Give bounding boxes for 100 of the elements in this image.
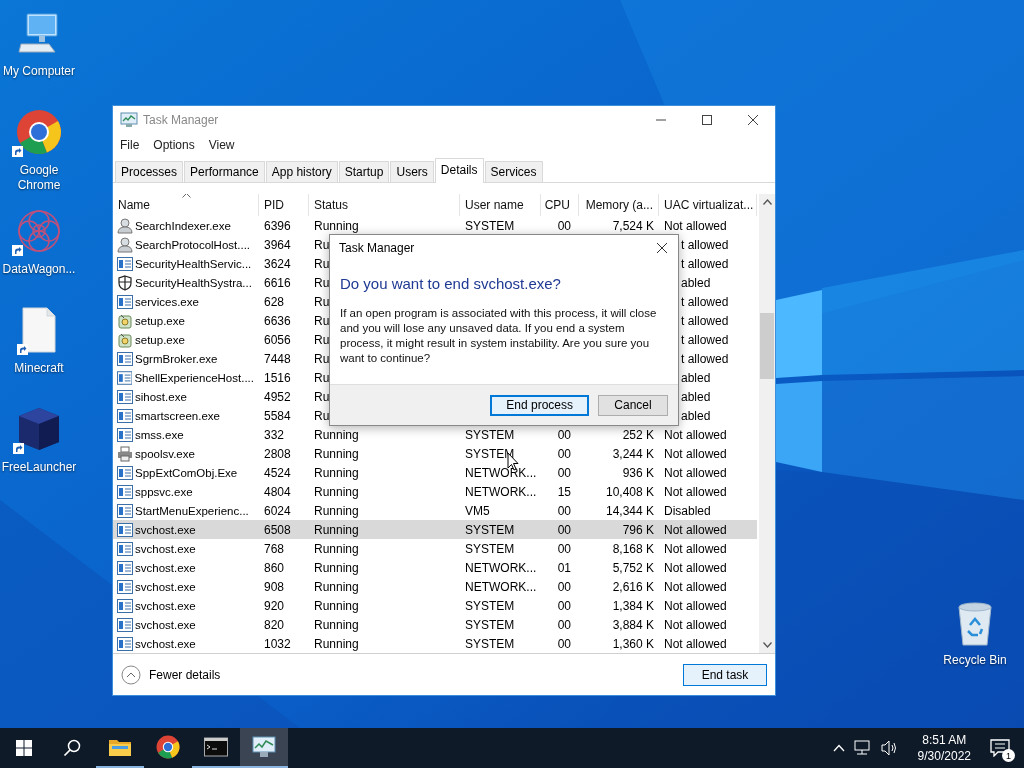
table-cell: 7448 xyxy=(264,351,291,366)
table-cell: SYSTEM xyxy=(465,522,515,537)
table-cell: Not allowed xyxy=(664,218,727,233)
table-cell: 00 xyxy=(557,617,571,632)
table-cell: 15 xyxy=(557,484,571,499)
dialog-heading: Do you want to end svchost.exe? xyxy=(339,274,562,292)
table-cell: abled xyxy=(681,275,711,290)
table-cell: Ru xyxy=(314,332,330,347)
table-cell: 14,344 K xyxy=(605,503,654,518)
table-cell: t allowed xyxy=(681,256,729,271)
table-cell: services.exe xyxy=(135,295,199,308)
table-cell: 00 xyxy=(557,522,571,537)
table-cell: 6636 xyxy=(264,313,291,328)
table-cell: 860 xyxy=(264,560,285,575)
table-cell: Running xyxy=(314,579,359,594)
table-cell: Running xyxy=(314,218,359,233)
table-cell: 768 xyxy=(264,541,285,556)
table-cell: Ru xyxy=(314,389,330,404)
table-cell: Not allowed xyxy=(664,427,727,442)
table-cell: 00 xyxy=(557,598,571,613)
table-cell: 5,752 K xyxy=(612,560,654,575)
table-cell: abled xyxy=(681,389,711,404)
window-title: Task Manager xyxy=(143,113,219,127)
table-cell: Running xyxy=(314,427,359,442)
table-cell: SecurityHealthSystra... xyxy=(135,276,252,289)
table-cell: 2,616 K xyxy=(612,579,654,594)
table-cell: Ru xyxy=(314,370,330,385)
table-cell: Not allowed xyxy=(664,617,727,632)
table-cell: SYSTEM xyxy=(465,427,515,442)
table-cell: 00 xyxy=(557,218,571,233)
table-cell: smss.exe xyxy=(135,428,184,441)
table-cell: Not allowed xyxy=(664,560,727,575)
table-cell: Running xyxy=(314,465,359,480)
table-cell: 4524 xyxy=(264,465,291,480)
table-cell: Not allowed xyxy=(664,446,727,461)
table-cell: 3,244 K xyxy=(612,446,654,461)
table-cell: 1,384 K xyxy=(612,598,654,613)
table-cell: t allowed xyxy=(681,237,729,252)
table-cell: 00 xyxy=(557,636,571,651)
table-cell: NETWORK... xyxy=(465,465,537,480)
table-cell: Ru xyxy=(314,313,330,328)
table-cell: 8,168 K xyxy=(612,541,654,556)
table-cell: svchost.exe xyxy=(135,561,196,574)
table-cell: t allowed xyxy=(681,351,729,366)
table-cell: 1,360 K xyxy=(612,636,654,651)
dialog-title: Task Manager xyxy=(339,241,415,255)
table-cell: 3964 xyxy=(264,237,291,252)
table-cell: SgrmBroker.exe xyxy=(135,352,218,365)
table-cell: 01 xyxy=(557,560,571,575)
table-cell: Running xyxy=(314,484,359,499)
table-cell: 908 xyxy=(264,579,285,594)
table-cell: 00 xyxy=(557,541,571,556)
table-cell: 628 xyxy=(264,294,285,309)
table-cell: abled xyxy=(681,370,711,385)
table-cell: SYSTEM xyxy=(465,636,515,651)
table-cell: t allowed xyxy=(681,313,729,328)
notification-badge: 1 xyxy=(1002,749,1015,762)
table-cell: Running xyxy=(314,598,359,613)
table-cell: 00 xyxy=(557,427,571,442)
table-cell: svchost.exe xyxy=(135,618,196,631)
table-cell: SearchIndexer.exe xyxy=(135,219,231,232)
table-cell: 6396 xyxy=(264,218,291,233)
table-cell: SYSTEM xyxy=(465,218,515,233)
dialog-message: If an open program is associated with this process, it will close and you will lose any unsaved data. If you end a system process, it might result in system instability. Are you sure you want to continue? xyxy=(339,306,658,366)
table-cell: Running xyxy=(314,503,359,518)
table-cell: 2808 xyxy=(264,446,291,461)
table-cell: NETWORK... xyxy=(465,560,537,575)
table-cell: Not allowed xyxy=(664,522,727,537)
table-cell: Ru xyxy=(314,275,330,290)
table-cell: sihost.exe xyxy=(135,390,187,403)
table-cell: 4804 xyxy=(264,484,291,499)
table-cell: Running xyxy=(314,541,359,556)
table-cell: Ru xyxy=(314,256,330,271)
table-cell: 6508 xyxy=(264,522,291,537)
table-cell: SYSTEM xyxy=(465,617,515,632)
table-cell: 252 K xyxy=(622,427,654,442)
table-cell: VM5 xyxy=(465,503,490,518)
table-cell: 6024 xyxy=(264,503,291,518)
table-cell: svchost.exe xyxy=(135,599,196,612)
table-cell: 00 xyxy=(557,503,571,518)
table-cell: 10,408 K xyxy=(605,484,654,499)
table-cell: svchost.exe xyxy=(135,542,196,555)
table-cell: svchost.exe xyxy=(135,523,196,536)
table-cell: Ru xyxy=(314,237,330,252)
table-cell: SecurityHealthServic... xyxy=(135,257,252,270)
table-cell: 1516 xyxy=(264,370,291,385)
table-cell: t allowed xyxy=(681,294,729,309)
table-cell: SearchProtocolHost.... xyxy=(135,238,251,251)
table-cell: 3,884 K xyxy=(612,617,654,632)
table-cell: spoolsv.exe xyxy=(135,447,195,460)
table-cell: 7,524 K xyxy=(612,218,654,233)
table-cell: 3624 xyxy=(264,256,291,271)
table-cell: 332 xyxy=(264,427,285,442)
table-cell: abled xyxy=(681,408,711,423)
table-cell: Running xyxy=(314,636,359,651)
table-cell: svchost.exe xyxy=(135,637,196,650)
table-cell: SYSTEM xyxy=(465,446,515,461)
table-cell: sppsvc.exe xyxy=(135,485,193,498)
table-cell: Not allowed xyxy=(664,598,727,613)
table-cell: Not allowed xyxy=(664,579,727,594)
